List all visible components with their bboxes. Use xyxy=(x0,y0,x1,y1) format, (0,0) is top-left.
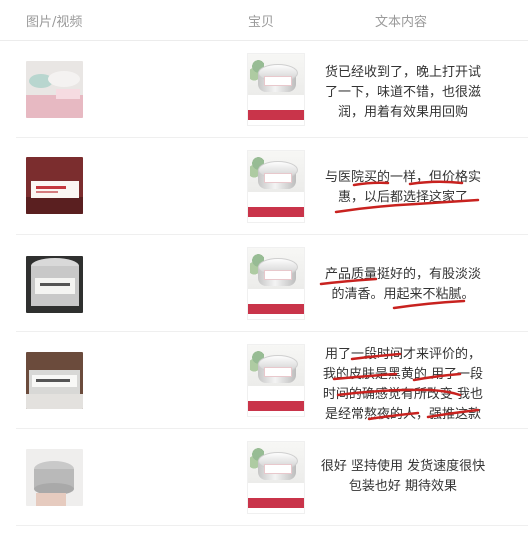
header-product: 宝贝 xyxy=(248,15,275,30)
table-header: 图片/视频 宝贝 文本内容 xyxy=(0,0,528,41)
header-media: 图片/视频 xyxy=(26,15,83,30)
table-row: 很好 坚持使用 发货速度很快 包装也好 期待效果 xyxy=(16,429,528,526)
review-text: 很好 坚持使用 发货速度很快 包装也好 期待效果 xyxy=(320,459,486,494)
review-table: 图片/视频 宝贝 文本内容 货已经收到了，晚上打开试 了一下，味道不错，也很滋 … xyxy=(0,0,528,534)
product-thumbnail[interactable] xyxy=(247,150,305,223)
buyer-photo[interactable] xyxy=(26,449,83,506)
buyer-photo[interactable] xyxy=(26,256,83,313)
buyer-photo[interactable] xyxy=(26,157,83,214)
product-thumbnail[interactable] xyxy=(247,344,305,417)
review-text: 货已经收到了，晚上打开试 了一下，味道不错，也很滋 润，用着有效果用回购 xyxy=(324,65,481,120)
jar-closeup-icon xyxy=(26,256,83,313)
jar-in-hand-icon xyxy=(26,449,83,506)
review-text: 与医院买的一样，但价格实 惠，以后都选择这家了 xyxy=(324,170,481,205)
two-jars-icon xyxy=(26,352,83,409)
product-thumbnail[interactable] xyxy=(247,441,305,514)
review-text: 产品质量挺好的，有股淡淡 的清香。用起来不粘腻。 xyxy=(324,267,481,302)
buyer-photo[interactable] xyxy=(26,61,83,118)
table-row: 产品质量挺好的，有股淡淡 的清香。用起来不粘腻。 xyxy=(16,235,528,332)
product-thumbnail[interactable] xyxy=(247,247,305,320)
review-text: 用了一段时间才来评价的， 我的皮肤是黑黄的 用了一段 时间的确感觉有所改变 我也… xyxy=(322,347,484,422)
product-thumbnail[interactable] xyxy=(247,53,305,126)
table-row: 用了一段时间才来评价的， 我的皮肤是黑黄的 用了一段 时间的确感觉有所改变 我也… xyxy=(16,332,528,429)
jar-on-pink-icon xyxy=(26,61,83,118)
buyer-photo[interactable] xyxy=(26,352,83,409)
table-row: 与医院买的一样，但价格实 惠，以后都选择这家了 xyxy=(16,138,528,235)
header-text: 文本内容 xyxy=(375,15,428,30)
table-row: 货已经收到了，晚上打开试 了一下，味道不错，也很滋 润，用着有效果用回购 xyxy=(16,41,528,138)
product-box-icon xyxy=(26,157,83,214)
